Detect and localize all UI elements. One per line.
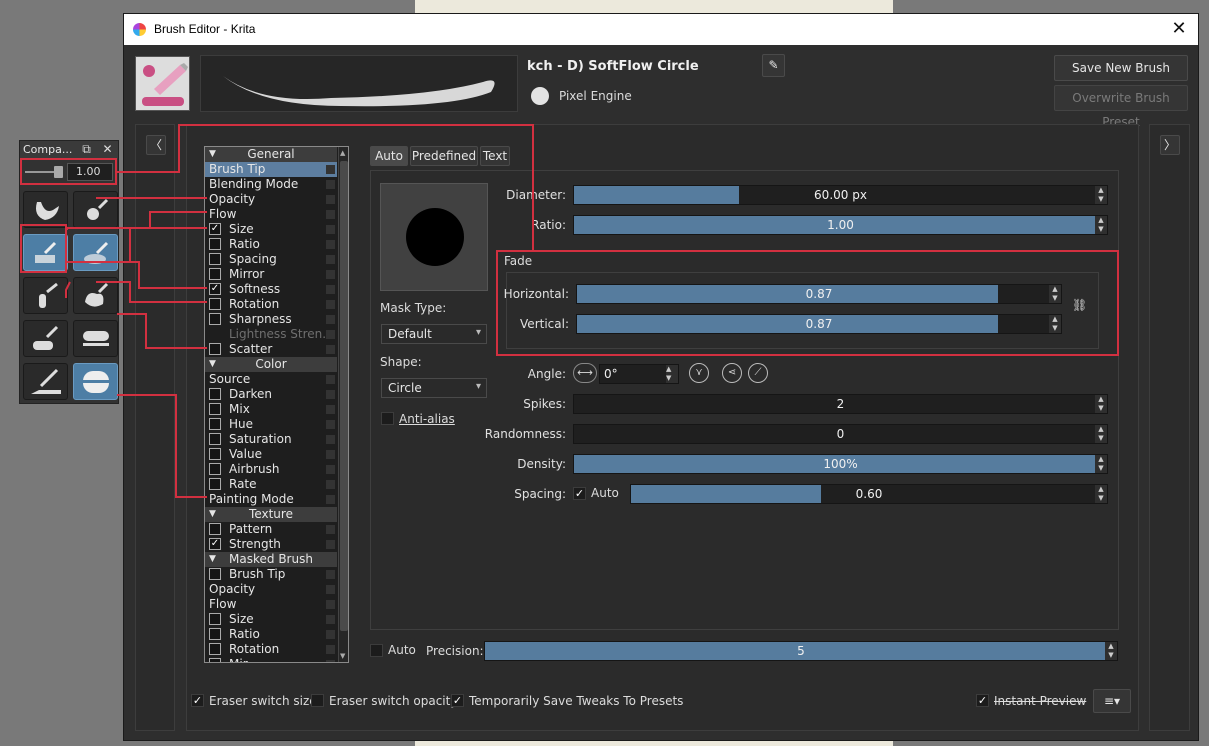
annotation-lines bbox=[65, 124, 534, 498]
